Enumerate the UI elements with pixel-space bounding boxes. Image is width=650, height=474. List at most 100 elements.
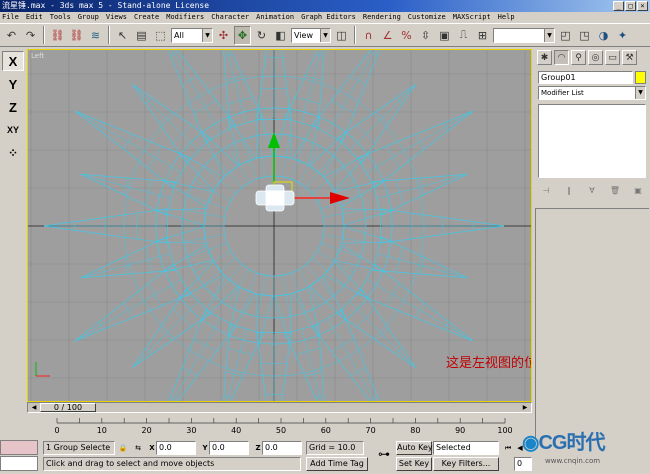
- select-by-name-icon[interactable]: ▤: [133, 26, 150, 45]
- track-tick-label: 70: [366, 426, 376, 435]
- hub-object: [255, 184, 295, 212]
- hierarchy-tab-icon[interactable]: ⚲: [571, 50, 586, 65]
- named-selection-sets-icon[interactable]: ▣: [436, 26, 453, 45]
- make-unique-icon[interactable]: ∀: [584, 184, 600, 197]
- select-and-scale-icon[interactable]: ◧: [272, 26, 289, 45]
- motion-tab-icon[interactable]: ◎: [588, 50, 603, 65]
- snap-points-icon[interactable]: ⁘: [2, 143, 24, 163]
- restrict-to-x-button[interactable]: X: [2, 51, 24, 71]
- left-viewport[interactable]: Left 这是左视图的位置。: [27, 49, 532, 402]
- inner-spike: [274, 293, 292, 346]
- modify-tab-icon[interactable]: ◠: [554, 50, 569, 65]
- align-icon[interactable]: ⊞: [474, 26, 491, 45]
- menu-animation[interactable]: Animation: [256, 12, 294, 23]
- modifier-stack[interactable]: [538, 104, 646, 178]
- configure-modifier-sets-icon[interactable]: ▣: [630, 184, 646, 197]
- track-tick-label: 30: [186, 426, 196, 435]
- show-end-result-icon[interactable]: ∥: [561, 184, 577, 197]
- select-and-link-icon[interactable]: ⛓: [49, 26, 66, 45]
- time-slider[interactable]: ◀ 0 / 100 ▶: [27, 402, 532, 413]
- set-key-icon[interactable]: ⊶: [374, 448, 394, 460]
- restrict-to-y-button[interactable]: Y: [2, 74, 24, 94]
- viewport-canvas[interactable]: [28, 50, 532, 402]
- restrict-to-xy-button[interactable]: XY: [2, 120, 24, 140]
- track-bar-ruler[interactable]: 0 10 20 30 40 50 60 70 80 90 100: [27, 413, 532, 437]
- select-and-rotate-icon[interactable]: ↻: [253, 26, 270, 45]
- named-selection-sets-dropdown[interactable]: ▼: [493, 27, 555, 43]
- time-slider-thumb[interactable]: 0 / 100: [40, 403, 96, 412]
- menu-help[interactable]: Help: [498, 12, 515, 23]
- maximize-button[interactable]: □: [625, 1, 636, 11]
- object-color-swatch[interactable]: [635, 71, 646, 84]
- spinner-snap-icon[interactable]: ⇳: [417, 26, 434, 45]
- key-filters-button[interactable]: Key Filters...: [433, 457, 499, 471]
- y-coord-field[interactable]: 0.0: [209, 441, 249, 455]
- menu-create[interactable]: Create: [134, 12, 159, 23]
- utilities-tab-icon[interactable]: ⚒: [622, 50, 637, 65]
- menu-tools[interactable]: Tools: [50, 12, 71, 23]
- menu-rendering[interactable]: Rendering: [363, 12, 401, 23]
- inner-spike: [341, 208, 394, 226]
- command-panel-tabs: ✱ ◠ ⚲ ◎ ▭ ⚒: [534, 48, 650, 68]
- inner-spike: [154, 226, 207, 244]
- time-slider-next-arrow[interactable]: ▶: [520, 403, 530, 412]
- menu-edit[interactable]: Edit: [26, 12, 43, 23]
- set-key-button[interactable]: Set Key: [396, 457, 432, 471]
- cg-era-watermark-logo: ◉CG时代: [522, 432, 605, 454]
- spike: [80, 236, 176, 279]
- go-to-start-icon[interactable]: ⏮: [502, 442, 514, 454]
- absolute-mode-transform-icon[interactable]: ⇆: [132, 442, 144, 454]
- curve-editor-icon[interactable]: ◰: [557, 26, 574, 45]
- restrict-to-z-button[interactable]: Z: [2, 97, 24, 117]
- watermark-logo-text: CG时代: [538, 432, 605, 454]
- pin-stack-icon[interactable]: ⊣: [538, 184, 554, 197]
- x-coord-field[interactable]: 0.0: [156, 441, 196, 455]
- add-time-tag-button[interactable]: Add Time Tag: [306, 457, 368, 471]
- redo-icon[interactable]: ↷: [22, 26, 39, 45]
- rectangle-selection-icon[interactable]: ⬚: [152, 26, 169, 45]
- z-coord-field[interactable]: 0.0: [262, 441, 302, 455]
- key-mode-dropdown[interactable]: Selected: [433, 441, 499, 455]
- menu-character[interactable]: Character: [211, 12, 249, 23]
- modifier-list-dropdown[interactable]: Modifier List ▼: [538, 86, 646, 100]
- menu-group[interactable]: Group: [78, 12, 99, 23]
- time-slider-prev-arrow[interactable]: ◀: [29, 403, 39, 412]
- reference-coordinate-dropdown[interactable]: View ▼: [291, 27, 331, 43]
- current-frame-field[interactable]: 0: [514, 457, 532, 471]
- material-editor-icon[interactable]: ◑: [595, 26, 612, 45]
- spike: [80, 173, 176, 216]
- select-object-icon[interactable]: ↖: [114, 26, 131, 45]
- percent-snap-icon[interactable]: %: [398, 26, 415, 45]
- unlink-icon[interactable]: ⛓: [68, 26, 85, 45]
- object-name-field[interactable]: Group01: [538, 71, 633, 84]
- bind-space-warp-icon[interactable]: ≋: [87, 26, 104, 45]
- mirror-icon[interactable]: ⎍: [455, 26, 472, 45]
- undo-icon[interactable]: ↶: [3, 26, 20, 45]
- select-and-move-icon[interactable]: ✥: [234, 25, 251, 45]
- selection-lock-icon[interactable]: 🔒: [117, 442, 129, 454]
- angle-snap-icon[interactable]: ∠: [379, 26, 396, 45]
- maxscript-listener-mini[interactable]: [0, 440, 38, 455]
- track-tick-label: 90: [455, 426, 465, 435]
- menu-maxscript[interactable]: MAXScript: [453, 12, 491, 23]
- select-and-manipulate-icon[interactable]: ✣: [215, 26, 232, 45]
- create-tab-icon[interactable]: ✱: [537, 50, 552, 65]
- auto-key-button[interactable]: Auto Key: [396, 441, 433, 455]
- pivot-center-icon[interactable]: ◫: [333, 26, 350, 45]
- minimize-button[interactable]: _: [613, 1, 624, 11]
- viewport-label[interactable]: Left: [31, 52, 44, 60]
- render-scene-icon[interactable]: ✦: [614, 26, 631, 45]
- close-button[interactable]: ×: [637, 1, 648, 11]
- track-bar[interactable]: 0 10 20 30 40 50 60 70 80 90 100: [27, 413, 532, 437]
- schematic-view-icon[interactable]: ◳: [576, 26, 593, 45]
- menu-views[interactable]: Views: [106, 12, 127, 23]
- snaps-toggle-icon[interactable]: ∩: [360, 26, 377, 45]
- display-tab-icon[interactable]: ▭: [605, 50, 620, 65]
- menu-modifiers[interactable]: Modifiers: [166, 12, 204, 23]
- menu-graph-editors[interactable]: Graph Editors: [301, 12, 356, 23]
- menu-customize[interactable]: Customize: [408, 12, 446, 23]
- maxscript-listener-output[interactable]: [0, 456, 38, 471]
- remove-modifier-icon[interactable]: 🗑: [607, 184, 623, 197]
- menu-file[interactable]: File: [2, 12, 19, 23]
- selection-filter-dropdown[interactable]: All ▼: [171, 27, 213, 43]
